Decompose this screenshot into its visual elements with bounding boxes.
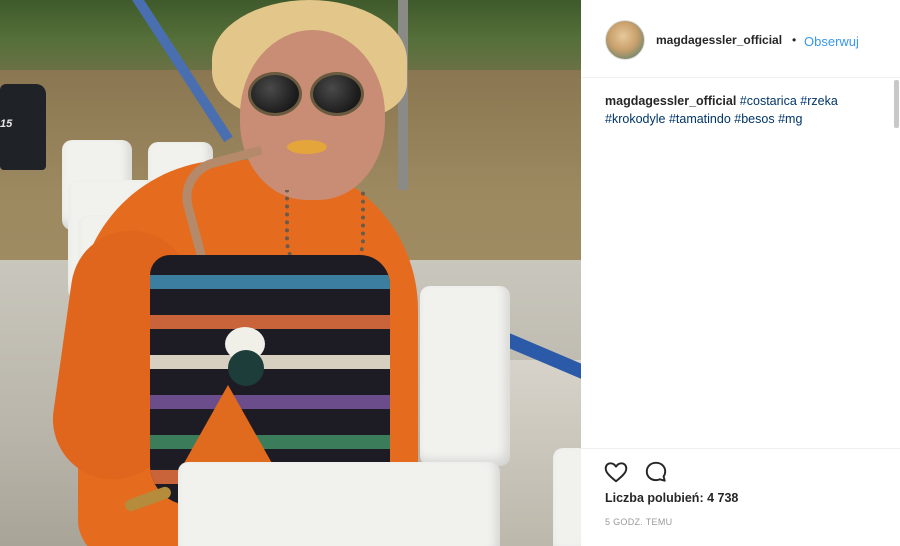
bag-pattern-stripe xyxy=(150,315,390,329)
comments-scrollbar[interactable] xyxy=(894,80,899,128)
post-header: magdagessler_official • Obserwuj xyxy=(581,0,900,78)
photo-sunglasses-lens xyxy=(310,72,364,116)
post-timestamp[interactable]: 5 GODZ. TEMU xyxy=(605,517,672,527)
hashtag-link[interactable]: #tamatindo xyxy=(669,112,731,126)
header-separator: • xyxy=(792,33,797,47)
photo-sunglasses xyxy=(248,72,366,116)
photo-lips xyxy=(287,140,327,154)
bag-pattern-stripe xyxy=(150,395,390,409)
hashtag-link[interactable]: #mg xyxy=(778,112,802,126)
hashtag-link[interactable]: #rzeka xyxy=(800,94,838,108)
photo-seat xyxy=(553,448,581,546)
bag-pattern-stripe xyxy=(150,435,390,449)
post-caption: magdagessler_official #costarica #rzeka … xyxy=(605,92,877,128)
likes-count[interactable]: Liczba polubień: 4 738 xyxy=(605,491,738,505)
header-username[interactable]: magdagessler_official xyxy=(656,33,782,47)
heart-icon[interactable] xyxy=(603,459,629,485)
comment-icon[interactable] xyxy=(643,459,669,485)
hashtag-link[interactable]: #costarica xyxy=(740,94,797,108)
photo-seat xyxy=(420,286,510,466)
post-photo[interactable]: 15 xyxy=(0,0,581,546)
photo-sunglasses-lens xyxy=(248,72,302,116)
caption-username[interactable]: magdagessler_official xyxy=(605,94,736,108)
hashtag-link[interactable]: #besos xyxy=(734,112,774,126)
hashtag-link[interactable]: #krokodyle xyxy=(605,112,665,126)
post-actions: Liczba polubień: 4 738 5 GODZ. TEMU xyxy=(581,448,900,546)
photo-pompom-green xyxy=(228,350,264,386)
bag-pattern-stripe xyxy=(150,275,390,289)
photo-motor-label: 15 xyxy=(0,118,13,130)
post-side-panel: magdagessler_official • Obserwuj magdage… xyxy=(581,0,900,546)
bag-pattern-stripe xyxy=(150,355,390,369)
avatar[interactable] xyxy=(605,20,645,60)
photo-seat-foreground xyxy=(178,462,500,546)
follow-button[interactable]: Obserwuj xyxy=(804,34,859,49)
